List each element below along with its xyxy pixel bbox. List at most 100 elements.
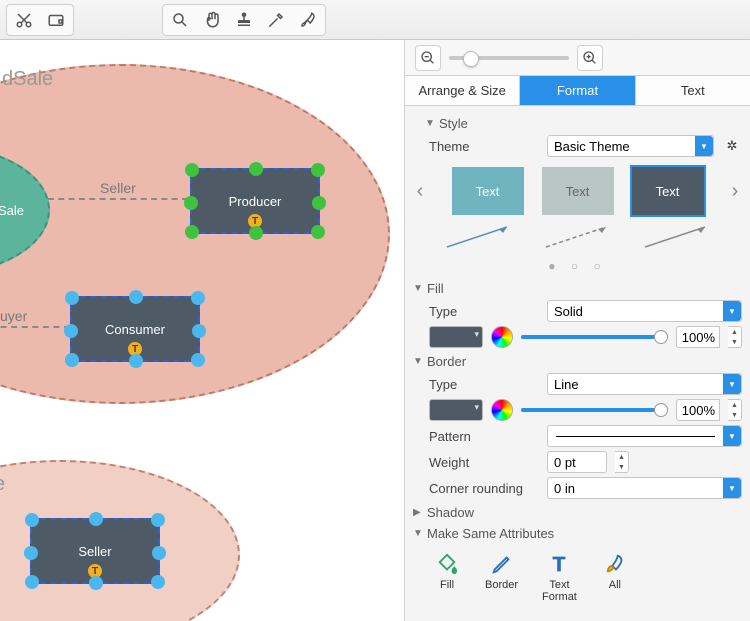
make-same-label: Text Format [542,579,577,603]
theme-value: Basic Theme [554,139,630,154]
chevron-right-icon: ▶ [413,507,423,518]
tab-arrange-size[interactable]: Arrange & Size [405,76,520,105]
zoom-slider[interactable] [449,56,569,60]
fill-opacity-field[interactable]: 100% [676,326,720,348]
border-opacity-field[interactable]: 100% [676,399,720,421]
make-same-label: Fill [440,579,454,591]
fill-opacity-value: 100% [682,330,715,345]
border-weight-value: 0 pt [554,455,576,470]
tab-format[interactable]: Format [520,76,635,105]
brush-icon[interactable] [293,7,323,33]
node-label: Producer [229,194,282,209]
make-same-text-format[interactable]: Text Format [542,551,577,603]
eyedropper-icon[interactable] [261,7,291,33]
arrow-style-dashed[interactable] [542,221,614,251]
theme-swatch-c[interactable]: Text [632,167,704,215]
swatch-label: Text [476,184,500,199]
node-label: e:Sale [0,203,24,218]
section-fill[interactable]: ▼ Fill [413,281,742,296]
section-label: Border [427,354,466,369]
border-type-select[interactable]: Line▼ [547,373,742,395]
section-label: Shadow [427,505,474,520]
corner-rounding-label: Corner rounding [429,481,539,496]
section-label: Make Same Attributes [427,526,554,541]
theme-prev-button[interactable]: ‹ [413,180,427,203]
border-weight-stepper[interactable]: ▲▼ [615,451,629,473]
chevron-down-icon: ▼ [723,301,741,321]
border-type-label: Type [429,377,539,392]
node-consumer[interactable]: Consumer T [70,296,200,362]
pager-dots[interactable]: ● ○ ○ [413,259,742,273]
theme-arrow-previews [429,221,726,251]
fill-type-label: Type [429,304,539,319]
edge-label-seller: Seller [100,180,136,196]
make-same-label: Border [485,579,518,591]
arrow-style-gray[interactable] [641,221,713,251]
gear-icon[interactable]: ✲ [722,136,742,156]
node-label: Consumer [105,322,165,337]
toolbar-group-tools [162,4,326,36]
inspector-tabs: Arrange & Size Format Text [405,76,750,106]
node-label: Seller [78,544,111,559]
make-same-fill[interactable]: Fill [433,551,461,603]
edge-seller [48,198,188,200]
zoom-out-button[interactable] [415,45,441,71]
theme-swatch-a[interactable]: Text [452,167,524,215]
make-same-border[interactable]: Border [485,551,518,603]
border-weight-field[interactable]: 0 pt [547,451,607,473]
cut-icon[interactable] [9,7,39,33]
border-type-value: Line [554,377,579,392]
border-opacity-value: 100% [682,403,715,418]
make-same-row: Fill Border Text Format All [413,545,742,603]
panel-body: ▼Style Theme Basic Theme ▼ ✲ ‹ Text Text … [405,106,750,621]
bucket-icon [433,551,461,577]
magnifier-icon[interactable] [165,7,195,33]
node-seller[interactable]: Seller T [30,518,160,584]
fill-type-value: Solid [554,304,583,319]
border-opacity-stepper[interactable]: ▲▼ [728,399,742,421]
stamp-icon[interactable] [229,7,259,33]
section-shadow[interactable]: ▶ Shadow [413,505,742,520]
section-border[interactable]: ▼Border [413,354,742,369]
border-pattern-label: Pattern [429,429,539,444]
section-label: Fill [427,281,444,296]
fill-color-wheel[interactable] [491,326,513,348]
tab-text[interactable]: Text [636,76,750,105]
fill-opacity-stepper[interactable]: ▲▼ [728,326,742,348]
section-style[interactable]: ▼Style [425,116,742,131]
app-toolbar [0,0,750,40]
border-opacity-slider[interactable] [521,408,668,412]
border-color-wheel[interactable] [491,399,513,421]
section-make-same[interactable]: ▼Make Same Attributes [413,526,742,541]
node-producer[interactable]: Producer T [190,168,320,234]
wallet-icon[interactable] [41,7,71,33]
toolbar-group-left [6,4,74,36]
diagram-canvas[interactable]: e:Sale dSale e Seller uyer Producer T Co… [0,40,405,621]
zoom-bar [405,40,750,76]
corner-rounding-value: 0 in [554,481,575,496]
theme-next-button[interactable]: › [728,180,742,203]
fill-opacity-slider[interactable] [521,335,668,339]
chevron-down-icon: ▼ [695,136,713,156]
theme-swatch-b[interactable]: Text [542,167,614,215]
theme-label: Theme [429,139,539,154]
swatch-label: Text [566,184,590,199]
border-pattern-select[interactable]: ▼ [547,425,742,447]
swatch-label: Text [656,184,680,199]
container-label-truncated: e [0,473,5,496]
border-color-well[interactable] [429,399,483,421]
chevron-down-icon: ▼ [723,478,741,498]
fill-color-well[interactable] [429,326,483,348]
make-same-all[interactable]: All [601,551,629,603]
arrow-style-solid[interactable] [443,221,515,251]
fill-type-select[interactable]: Solid ▼ [547,300,742,322]
theme-select[interactable]: Basic Theme ▼ [547,135,714,157]
zoom-in-button[interactable] [577,45,603,71]
chevron-down-icon: ▼ [425,118,435,129]
corner-rounding-select[interactable]: 0 in ▼ [547,477,742,499]
hand-icon[interactable] [197,7,227,33]
main-area: e:Sale dSale e Seller uyer Producer T Co… [0,40,750,621]
theme-swatches: Text Text Text [452,167,704,215]
inspector-panel: Arrange & Size Format Text ▼Style Theme … [405,40,750,621]
chevron-down-icon: ▼ [413,283,423,294]
